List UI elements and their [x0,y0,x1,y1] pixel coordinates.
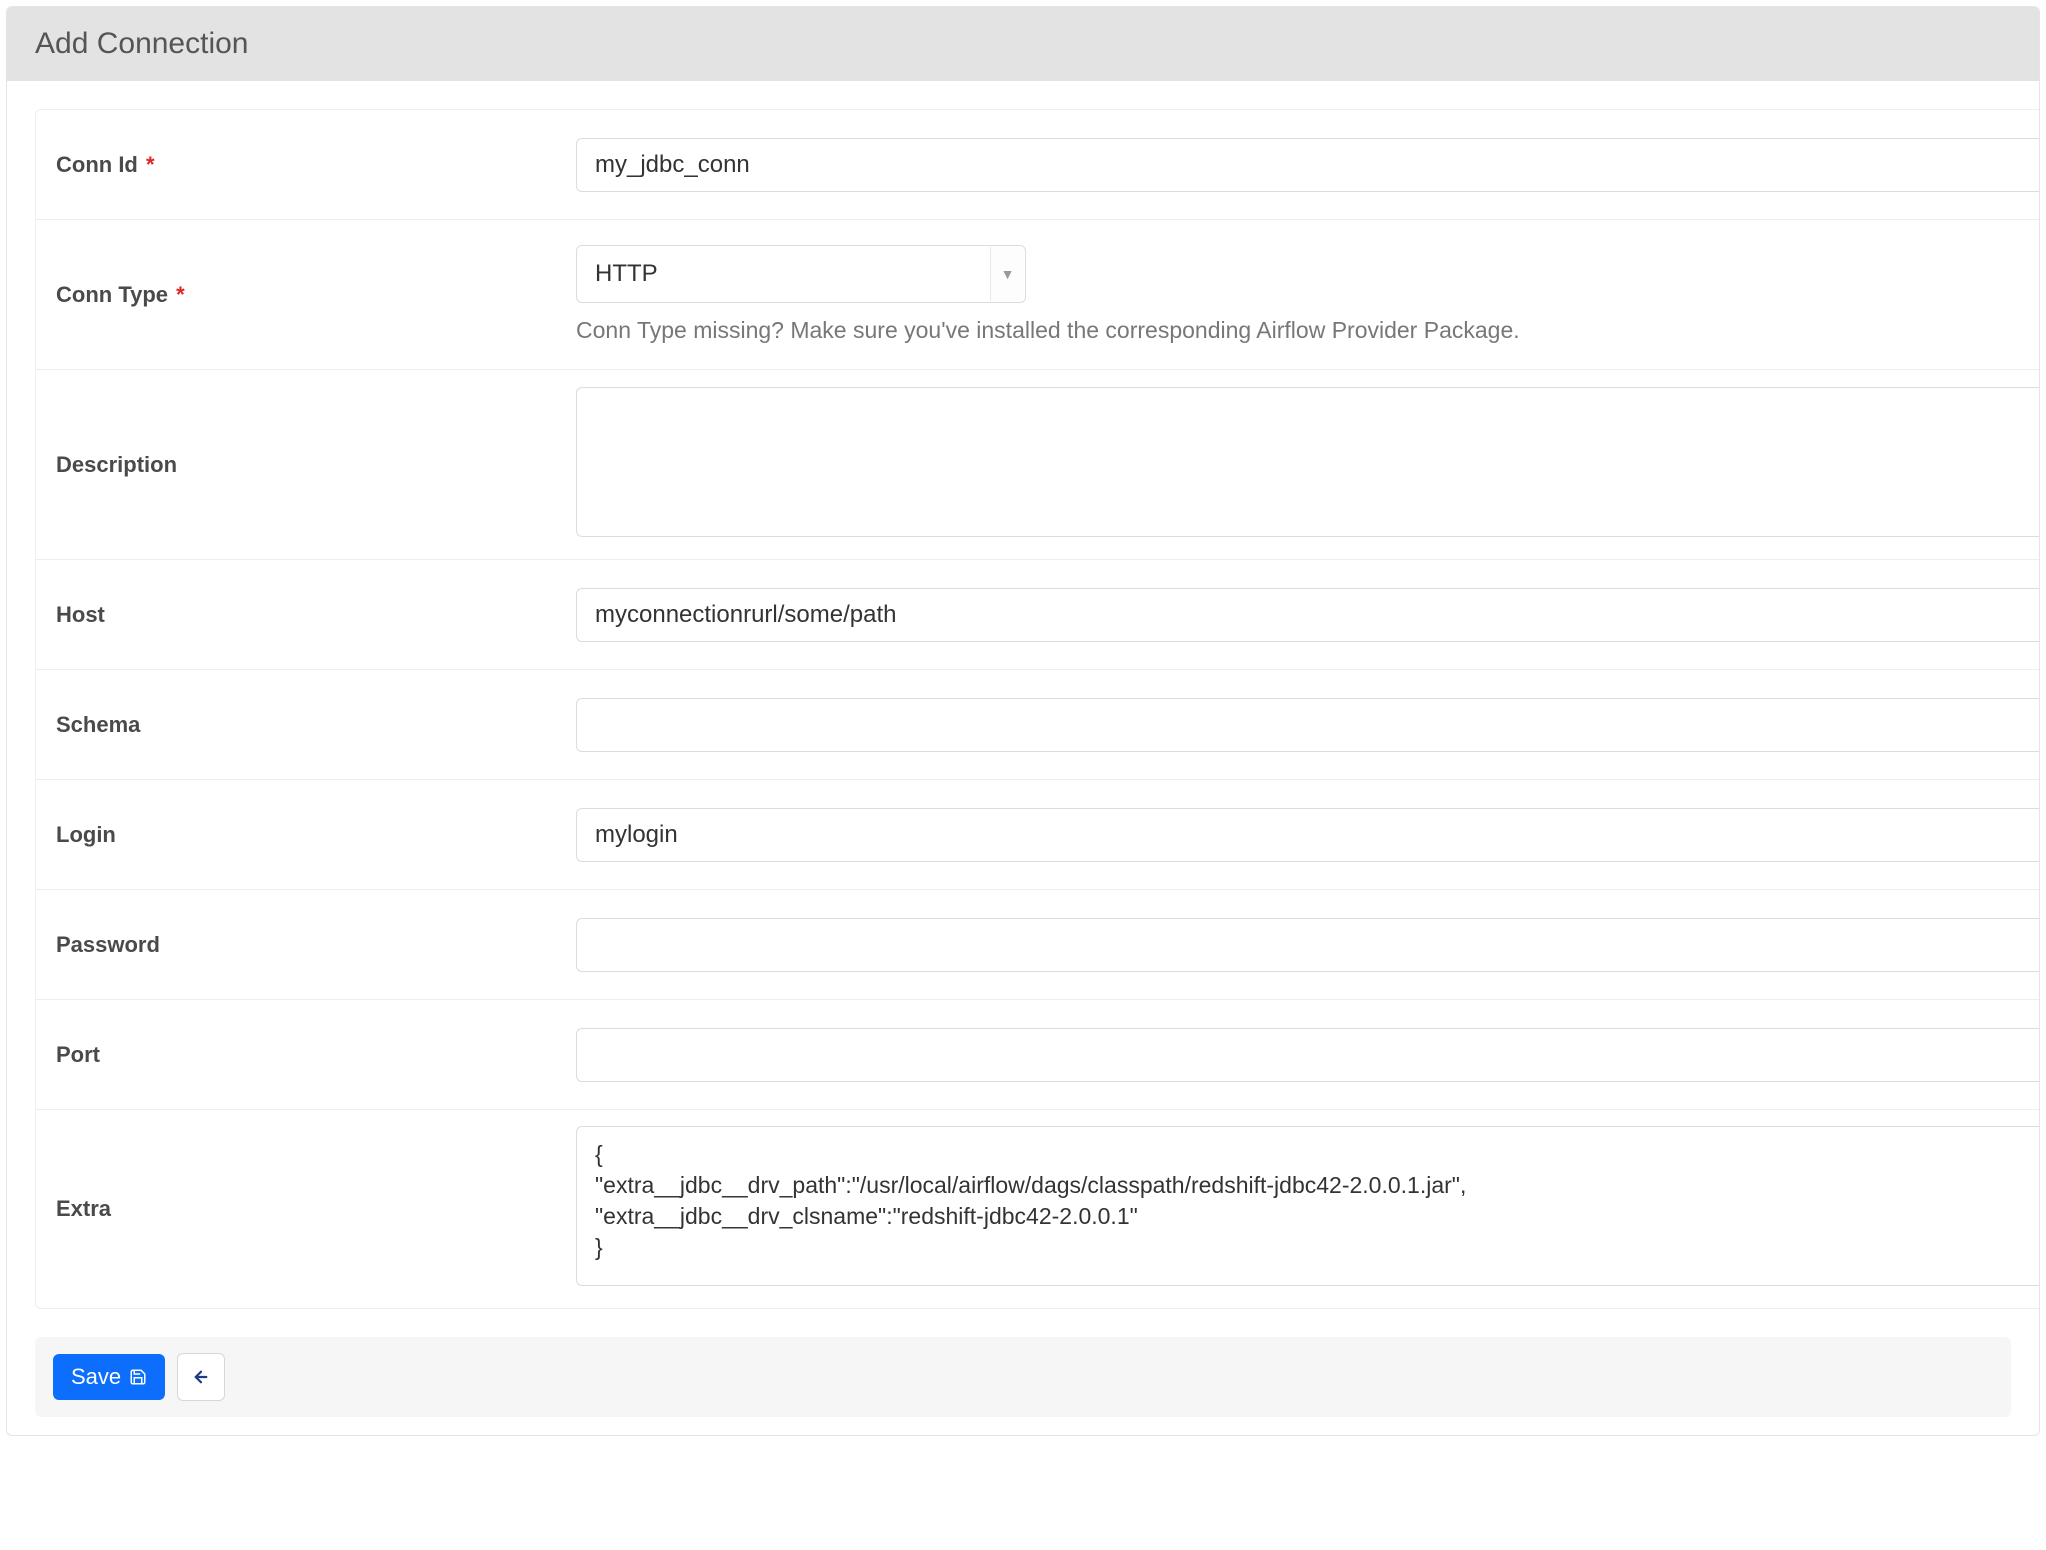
connection-form: Conn Id * Conn Type * HTTP [35,109,2039,1309]
row-extra: Extra [36,1110,2039,1308]
schema-input[interactable] [576,698,2039,752]
label-schema: Schema [36,712,576,738]
row-login: Login [36,780,2039,890]
row-host: Host [36,560,2039,670]
port-input[interactable] [576,1028,2039,1082]
label-password: Password [36,932,576,958]
row-description: Description [36,370,2039,560]
label-extra: Extra [36,1196,576,1222]
label-conn-type: Conn Type * [36,282,576,308]
conn-id-input[interactable] [576,138,2039,192]
arrow-left-icon [192,1368,210,1386]
add-connection-panel: Add Connection Conn Id * Conn Type [6,6,2040,1436]
row-schema: Schema [36,670,2039,780]
description-input[interactable] [576,387,2039,537]
conn-type-help-text: Conn Type missing? Make sure you've inst… [576,317,2039,344]
label-conn-id: Conn Id * [36,152,576,178]
extra-input[interactable] [576,1126,2039,1286]
conn-type-select[interactable]: HTTP [576,245,1026,303]
panel-title: Add Connection [7,7,2039,81]
password-input[interactable] [576,918,2039,972]
required-marker: * [176,282,185,307]
required-marker: * [146,152,155,177]
label-text-conn-type: Conn Type [56,282,168,307]
label-text-conn-id: Conn Id [56,152,138,177]
back-button[interactable] [177,1353,225,1401]
save-button-label: Save [71,1364,121,1390]
label-login: Login [36,822,576,848]
label-host: Host [36,602,576,628]
label-port: Port [36,1042,576,1068]
row-conn-type: Conn Type * HTTP ▼ Conn Type missing? Ma… [36,220,2039,370]
save-icon [129,1368,147,1386]
row-port: Port [36,1000,2039,1110]
row-conn-id: Conn Id * [36,110,2039,220]
row-password: Password [36,890,2039,1000]
host-input[interactable] [576,588,2039,642]
save-button[interactable]: Save [53,1354,165,1400]
form-footer: Save [35,1337,2011,1417]
label-description: Description [36,452,576,478]
login-input[interactable] [576,808,2039,862]
